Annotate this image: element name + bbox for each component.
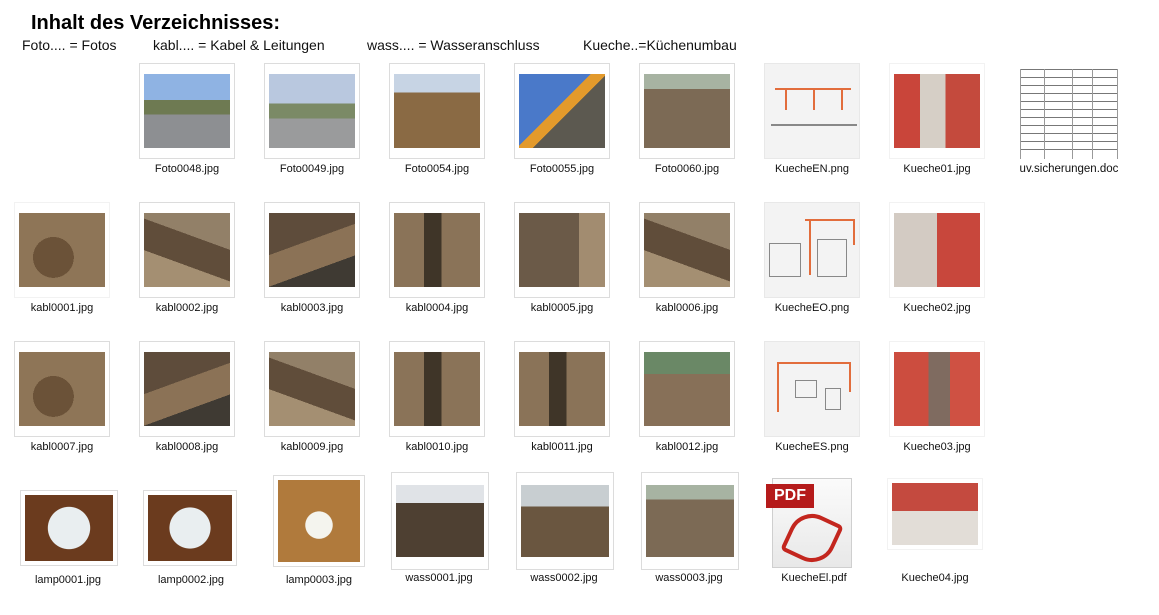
file-name: wass0003.jpg (655, 572, 723, 584)
photo-thumbnail (514, 202, 610, 298)
file-name: KuecheES.png (775, 441, 849, 453)
photo-thumbnail (389, 63, 485, 159)
pdf-icon: PDF (766, 476, 860, 568)
file-name: Foto0048.jpg (154, 163, 220, 175)
photo-thumbnail (20, 490, 118, 566)
file-name: wass0002.jpg (530, 572, 598, 584)
plan-thumbnail (764, 202, 860, 298)
legend-kabel: kabl.... = Kabel & Leitungen (153, 37, 325, 53)
legend-wasser: wass.... = Wasseranschluss (367, 37, 540, 53)
file-name: kabl0001.jpg (30, 302, 94, 314)
file-name: kabl0010.jpg (405, 441, 469, 453)
file-name: uv.sicherungen.doc (1019, 163, 1119, 175)
photo-thumbnail (389, 202, 485, 298)
file-name: Foto0049.jpg (279, 163, 345, 175)
file-name: lamp0001.jpg (34, 574, 102, 586)
photo-thumbnail (14, 202, 110, 298)
file-name: KuecheEO.png (774, 302, 850, 314)
file-name: kabl0012.jpg (655, 441, 719, 453)
photo-thumbnail (514, 63, 610, 159)
page-title: Inhalt des Verzeichnisses: (31, 12, 280, 34)
photo-thumbnail (889, 341, 985, 437)
photo-thumbnail (639, 63, 735, 159)
file-name: kabl0006.jpg (655, 302, 719, 314)
photo-thumbnail (14, 341, 110, 437)
file-name: Kueche03.jpg (903, 441, 971, 453)
photo-thumbnail (641, 472, 739, 570)
photo-thumbnail (264, 202, 360, 298)
file-name: KuecheEN.png (775, 163, 849, 175)
file-name: kabl0008.jpg (155, 441, 219, 453)
document-thumbnail (1020, 63, 1118, 159)
plan-thumbnail (764, 341, 860, 437)
photo-thumbnail (889, 63, 985, 159)
photo-thumbnail (889, 202, 985, 298)
photo-thumbnail (139, 202, 235, 298)
file-name: kabl0002.jpg (155, 302, 219, 314)
file-name: kabl0005.jpg (530, 302, 594, 314)
photo-thumbnail (273, 475, 365, 567)
photo-thumbnail (391, 472, 489, 570)
file-name: Foto0054.jpg (404, 163, 470, 175)
file-name: Kueche04.jpg (901, 572, 969, 584)
photo-thumbnail (139, 341, 235, 437)
file-name: lamp0002.jpg (157, 574, 225, 586)
photo-thumbnail (143, 490, 237, 566)
file-name: Kueche02.jpg (903, 302, 971, 314)
photo-thumbnail (264, 63, 360, 159)
file-name: Foto0055.jpg (529, 163, 595, 175)
photo-thumbnail (887, 478, 983, 550)
plan-thumbnail (764, 63, 860, 159)
photo-thumbnail (639, 341, 735, 437)
legend-kueche: Kueche..=Küchenumbau (583, 37, 737, 53)
photo-thumbnail (389, 341, 485, 437)
file-name: kabl0009.jpg (280, 441, 344, 453)
file-name: kabl0003.jpg (280, 302, 344, 314)
photo-thumbnail (514, 341, 610, 437)
file-name: lamp0003.jpg (285, 574, 353, 586)
file-name: wass0001.jpg (405, 572, 473, 584)
file-name: kabl0007.jpg (30, 441, 94, 453)
file-name: Foto0060.jpg (654, 163, 720, 175)
legend-fotos: Foto.... = Fotos (22, 37, 117, 53)
photo-thumbnail (139, 63, 235, 159)
photo-thumbnail (516, 472, 614, 570)
file-name: Kueche01.jpg (903, 163, 971, 175)
file-name: KuecheEl.pdf (781, 572, 847, 584)
photo-thumbnail (639, 202, 735, 298)
file-name: kabl0004.jpg (405, 302, 469, 314)
photo-thumbnail (264, 341, 360, 437)
file-name: kabl0011.jpg (531, 441, 593, 453)
